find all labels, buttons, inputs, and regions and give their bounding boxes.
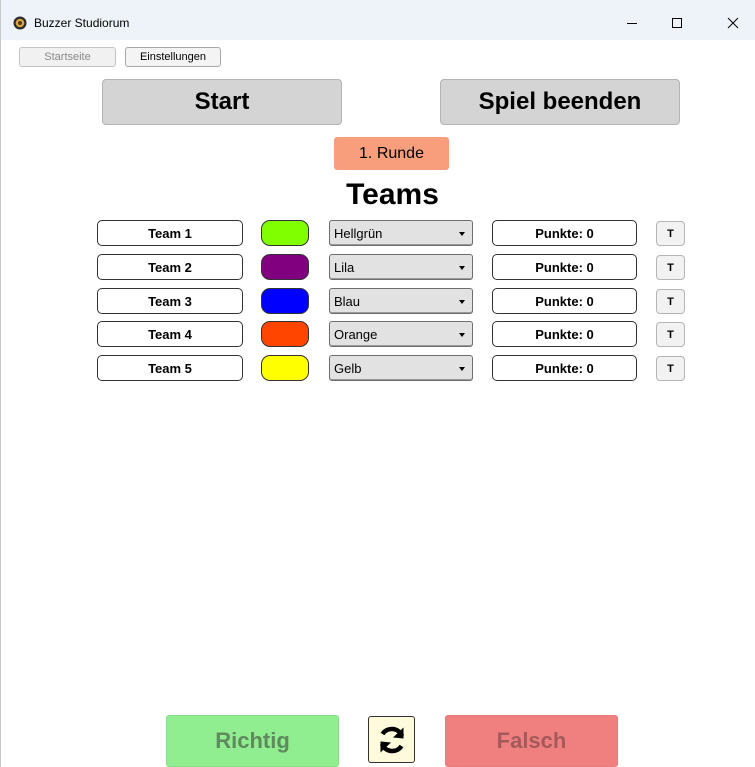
team-color-swatch: [261, 288, 309, 314]
wrong-button[interactable]: Falsch: [445, 715, 618, 767]
chevron-down-icon: [459, 367, 465, 371]
correct-button[interactable]: Richtig: [166, 715, 339, 767]
team-color-select-value: Hellgrün: [334, 226, 383, 241]
app-window: Buzzer Studiorum Startseite Einstellunge…: [0, 0, 755, 767]
chevron-down-icon: [459, 232, 465, 236]
team-color-select-value: Blau: [334, 294, 361, 309]
close-button[interactable]: [711, 8, 755, 38]
team-points: Punkte: 0: [492, 321, 637, 347]
team-points: Punkte: 0: [492, 220, 637, 246]
team-color-swatch: [261, 321, 309, 347]
team-color-swatch: [261, 355, 309, 381]
team-name-field[interactable]: Team 2: [97, 254, 243, 280]
chevron-down-icon: [459, 333, 465, 337]
team-name-field[interactable]: Team 3: [97, 288, 243, 314]
team-row-2: Team 2 Lila Punkte: 0 T: [1, 254, 755, 280]
startseite-button[interactable]: Startseite: [19, 47, 116, 67]
team-color-select[interactable]: Lila: [329, 254, 473, 280]
team-color-select-value: Orange: [334, 327, 378, 342]
end-game-button[interactable]: Spiel beenden: [440, 79, 680, 125]
team-points: Punkte: 0: [492, 355, 637, 381]
team-row-5: Team 5 Gelb Punkte: 0 T: [1, 355, 755, 381]
team-t-button[interactable]: T: [656, 322, 685, 347]
team-points: Punkte: 0: [492, 254, 637, 280]
team-row-3: Team 3 Blau Punkte: 0 T: [1, 288, 755, 314]
refresh-icon: [379, 726, 404, 753]
team-color-select-value: Lila: [334, 260, 355, 275]
teams-heading: Teams: [346, 178, 439, 211]
team-t-button[interactable]: T: [656, 356, 685, 381]
team-name-field[interactable]: Team 1: [97, 220, 243, 246]
team-name-field[interactable]: Team 5: [97, 355, 243, 381]
team-row-4: Team 4 Orange Punkte: 0 T: [1, 321, 755, 347]
team-color-select[interactable]: Gelb: [329, 355, 473, 381]
refresh-button[interactable]: [368, 716, 415, 763]
start-button[interactable]: Start: [102, 79, 342, 125]
window-title: Buzzer Studiorum: [34, 16, 130, 30]
maximize-icon: [672, 18, 682, 28]
team-color-swatch: [261, 220, 309, 246]
team-name-field[interactable]: Team 4: [97, 321, 243, 347]
close-icon: [727, 17, 739, 29]
team-points: Punkte: 0: [492, 288, 637, 314]
team-color-select[interactable]: Hellgrün: [329, 220, 473, 246]
round-indicator: 1. Runde: [334, 137, 449, 170]
buzzer-app-icon: [13, 16, 27, 30]
title-bar[interactable]: Buzzer Studiorum: [1, 0, 755, 40]
team-t-button[interactable]: T: [656, 255, 685, 280]
minimize-icon: [627, 23, 637, 24]
team-t-button[interactable]: T: [656, 221, 685, 246]
chevron-down-icon: [459, 266, 465, 270]
team-t-button[interactable]: T: [656, 289, 685, 314]
team-color-select[interactable]: Orange: [329, 321, 473, 347]
team-color-select-value: Gelb: [334, 361, 362, 376]
minimize-button[interactable]: [610, 8, 654, 38]
team-color-select[interactable]: Blau: [329, 288, 473, 314]
maximize-button[interactable]: [655, 8, 699, 38]
chevron-down-icon: [459, 300, 465, 304]
team-color-swatch: [261, 254, 309, 280]
team-row-1: Team 1 Hellgrün Punkte: 0 T: [1, 220, 755, 246]
einstellungen-button[interactable]: Einstellungen: [125, 47, 221, 67]
